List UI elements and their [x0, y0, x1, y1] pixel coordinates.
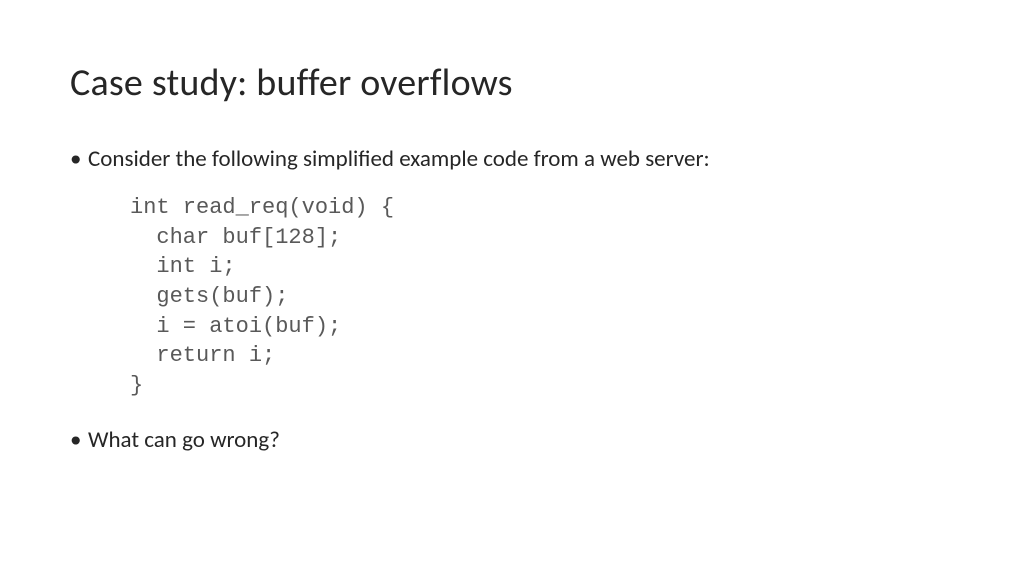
bullet-item: Consider the following simplified exampl… [70, 144, 954, 175]
bullet-item: What can go wrong? [70, 425, 954, 456]
bullet-list: Consider the following simplified exampl… [70, 144, 954, 175]
bullet-list: What can go wrong? [70, 425, 954, 456]
slide-title: Case study: buffer overflows [70, 60, 954, 106]
code-block: int read_req(void) { char buf[128]; int … [130, 193, 954, 401]
